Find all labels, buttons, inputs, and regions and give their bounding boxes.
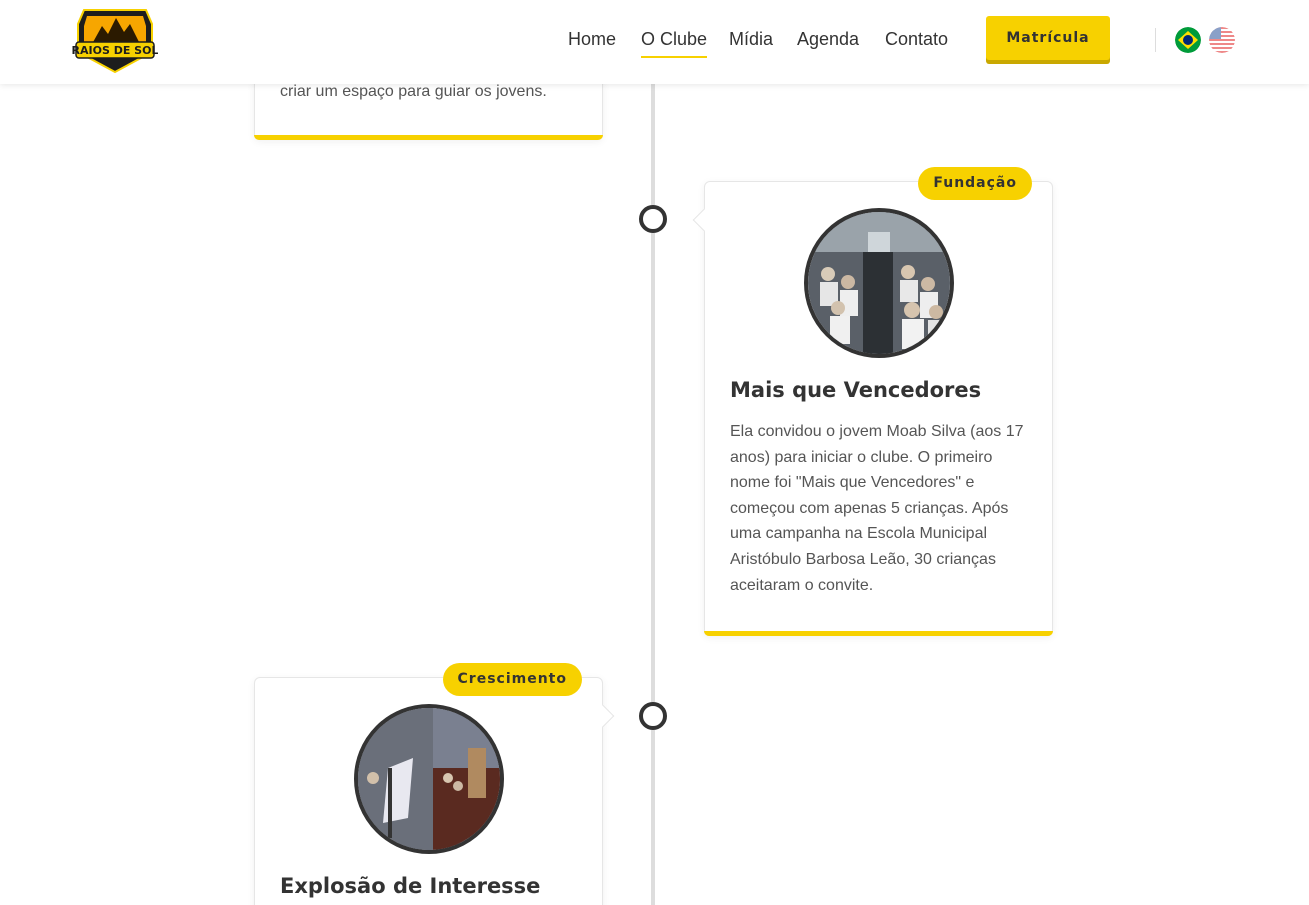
matricula-button[interactable]: Matrícula	[986, 16, 1110, 60]
timeline-node	[639, 205, 667, 233]
site-header: RAIOS DE SOL Home O Clube Mídia Agenda C…	[0, 0, 1309, 84]
nav-agenda[interactable]: Agenda	[797, 29, 859, 50]
brazil-flag-icon[interactable]	[1175, 27, 1201, 53]
nav-contato[interactable]: Contato	[885, 29, 948, 50]
raios-de-sol-logo[interactable]: RAIOS DE SOL	[72, 4, 158, 74]
card-photo	[804, 208, 954, 358]
badge-fundacao: Fundação	[918, 167, 1032, 200]
card-photo	[354, 704, 504, 854]
usa-flag-icon[interactable]	[1209, 27, 1235, 53]
header-divider	[1155, 28, 1156, 52]
timeline-card: Crescimento Explosão de Interesse	[254, 663, 615, 905]
timeline-node	[639, 702, 667, 730]
nav-home[interactable]: Home	[568, 29, 616, 50]
nav-midia[interactable]: Mídia	[729, 29, 773, 50]
nav-o-clube[interactable]: O Clube	[641, 29, 708, 58]
badge-crescimento: Crescimento	[442, 663, 582, 696]
card-title: Mais que Vencedores	[730, 378, 982, 402]
card-title: Explosão de Interesse	[280, 874, 541, 898]
svg-text:RAIOS DE SOL: RAIOS DE SOL	[72, 44, 158, 57]
timeline-card: Fundação Mais que Vencedores Ela convido…	[692, 167, 1053, 636]
card-text: Ela convidou o jovem Moab Silva (aos 17 …	[730, 423, 1024, 594]
